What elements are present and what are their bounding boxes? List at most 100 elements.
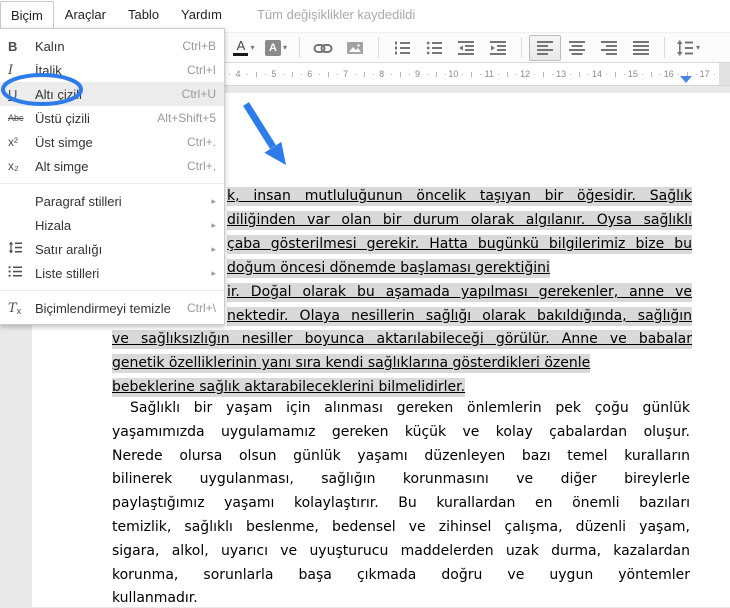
submenu-arrow-icon: ▸ [211, 243, 216, 254]
menu-item-shortcut: Ctrl+\ [186, 301, 216, 315]
submenu-arrow-icon: ▸ [211, 195, 216, 206]
text-line[interactable]: genetik özelliklerinin yanı sıra kendi s… [112, 354, 692, 373]
align-right-icon [601, 40, 617, 55]
ruler-tick [291, 72, 293, 77]
ruler-tick [624, 74, 625, 75]
align-justify-button[interactable] [625, 35, 657, 61]
menu-item-line-spacing[interactable]: Satır aralığı ▸ [0, 237, 224, 261]
ruler-tick [615, 72, 616, 77]
text-color-icon: A [233, 39, 249, 56]
numbered-list-button[interactable] [386, 35, 418, 61]
text-line[interactable]: nektedir. Olaya nesillerin sağlığı olara… [227, 307, 692, 326]
text-line[interactable]: Sağlıklı bir yaşam için alınması gereken… [112, 399, 690, 418]
menu-tools[interactable]: Araçlar [54, 1, 117, 28]
ruler-tick [444, 74, 446, 75]
ruler-tick [606, 74, 607, 75]
insert-image-button[interactable] [339, 35, 371, 61]
text-line[interactable]: ir. Doğal olarak bu aşamada yapılması ge… [227, 283, 692, 302]
subscript-icon: x₂ [8, 159, 19, 173]
submenu-arrow-icon: ▸ [211, 219, 216, 230]
ruler-tick [579, 72, 581, 77]
menu-item-label: Satır aralığı [35, 241, 103, 257]
text-line[interactable]: bebeklerine sağlık aktarabileceklerini b… [112, 378, 692, 397]
ruler-tick [516, 74, 518, 75]
ruler-number: 6 [307, 69, 313, 79]
submenu-arrow-icon: ▸ [211, 267, 216, 278]
image-icon [347, 41, 363, 54]
menu-help[interactable]: Yardım [170, 1, 233, 28]
menu-item-label: Kalın [35, 38, 65, 54]
increase-indent-button[interactable] [482, 35, 514, 61]
text-line[interactable]: kullanmadır. [112, 589, 690, 608]
menu-item-shortcut: Ctrl+U [181, 87, 216, 101]
text-color-button[interactable]: A ▾ [228, 35, 260, 61]
menu-item-italic[interactable]: I İtalik Ctrl+I [0, 58, 224, 82]
line-spacing-button[interactable]: ▾ [672, 35, 704, 61]
line-spacing-icon [677, 39, 693, 56]
menu-item-shortcut: Ctrl+. [186, 135, 216, 149]
decrease-indent-button[interactable] [450, 35, 482, 61]
ruler-tick [498, 74, 500, 75]
decrease-indent-icon [458, 40, 474, 55]
menu-item-label: Üst simge [35, 134, 93, 150]
ruler-tick [408, 74, 410, 75]
superscript-icon: x² [8, 135, 18, 149]
text-line[interactable]: Nerede olursa olsun günlük yaşamı düzenl… [112, 447, 690, 466]
menu-table[interactable]: Tablo [117, 1, 170, 28]
menu-item-subscript[interactable]: x₂ Alt simge Ctrl+, [0, 154, 224, 178]
ruler-tick [677, 74, 679, 75]
menu-item-underline[interactable]: U Altı çizili Ctrl+U [0, 82, 224, 106]
ruler-tick [650, 72, 652, 77]
ruler-tick [354, 74, 356, 75]
text-line[interactable]: k, insan mutluluğunun öncelik taşıyan bi… [227, 187, 692, 206]
menu-item-bold[interactable]: B Kalın Ctrl+B [0, 34, 224, 58]
menu-item-shortcut: Ctrl+I [186, 63, 216, 77]
ruler-number: 16 [663, 69, 674, 79]
ruler-tick [543, 72, 545, 77]
menu-item-label: Altı çizili [35, 86, 82, 102]
ruler-number: 11 [484, 69, 494, 79]
text-line[interactable]: temizlik, sağlıklı beslenme, bedensel ve… [112, 518, 690, 537]
text-line[interactable]: sigara, alkol, uyarıcı ve uyuşturucu mad… [112, 542, 690, 561]
text-line[interactable]: diliğinden var olan bir durum olarak alg… [227, 211, 692, 230]
ruler-tick [462, 74, 464, 75]
text-line[interactable]: bilinerek uygulanması, sağlığın korunmas… [112, 470, 690, 489]
align-left-button[interactable] [529, 34, 561, 61]
ruler-tick [256, 72, 257, 77]
text-line[interactable]: ve sağlıksızlığın nesiller boyunca aktar… [112, 330, 692, 349]
align-center-button[interactable] [561, 35, 593, 61]
menu-separator [0, 290, 224, 291]
text-line[interactable]: yaşamımızda uygulamamız gereken küçük ve… [112, 423, 690, 442]
increase-indent-icon [490, 40, 506, 55]
ruler-tick [435, 72, 437, 77]
menu-item-superscript[interactable]: x² Üst simge Ctrl+. [0, 130, 224, 154]
ruler-number: 7 [343, 69, 349, 79]
ruler-tick [534, 74, 536, 75]
ruler-margin-area [719, 63, 730, 85]
menu-item-label: Paragraf stilleri [35, 193, 122, 209]
text-line[interactable]: paylaştığımız yaşamı kolaylaştırır. Bu k… [112, 494, 690, 513]
menu-item-label: Üstü çizili [35, 110, 90, 126]
text-line[interactable]: korunma, sorunlarla başa çıkmada doğru v… [112, 566, 690, 585]
menu-item-paragraph-styles[interactable]: Paragraf stilleri ▸ [0, 189, 224, 213]
menu-item-strikethrough[interactable]: Abc Üstü çizili Alt+Shift+5 [0, 106, 224, 130]
right-indent-marker[interactable] [680, 76, 692, 83]
text-line[interactable]: doğum öncesi dönemde başlaması gerektiği… [227, 259, 692, 278]
ruler-tick [659, 74, 661, 75]
ruler-number: 9 [414, 69, 421, 79]
ruler-tick [480, 74, 482, 75]
menu-item-align[interactable]: Hizala ▸ [0, 213, 224, 237]
menu-separator [0, 183, 224, 184]
ruler-number: 14 [591, 69, 603, 79]
insert-link-button[interactable] [307, 35, 339, 61]
ruler-tick [695, 74, 697, 75]
align-right-button[interactable] [593, 35, 625, 61]
ruler-number: 12 [520, 69, 531, 79]
menu-item-shortcut: Ctrl+B [182, 39, 216, 53]
ruler-tick [552, 74, 554, 75]
bulleted-list-button[interactable] [418, 35, 450, 61]
highlight-color-button[interactable]: A ▾ [260, 35, 292, 61]
text-line[interactable]: çaba gösterilmesi gerekir. Hatta bugünkü… [227, 235, 692, 254]
menu-item-clear-formatting[interactable]: Tx Biçimlendirmeyi temizle Ctrl+\ [0, 296, 224, 320]
menu-item-list-styles[interactable]: Liste stilleri ▸ [0, 261, 224, 285]
